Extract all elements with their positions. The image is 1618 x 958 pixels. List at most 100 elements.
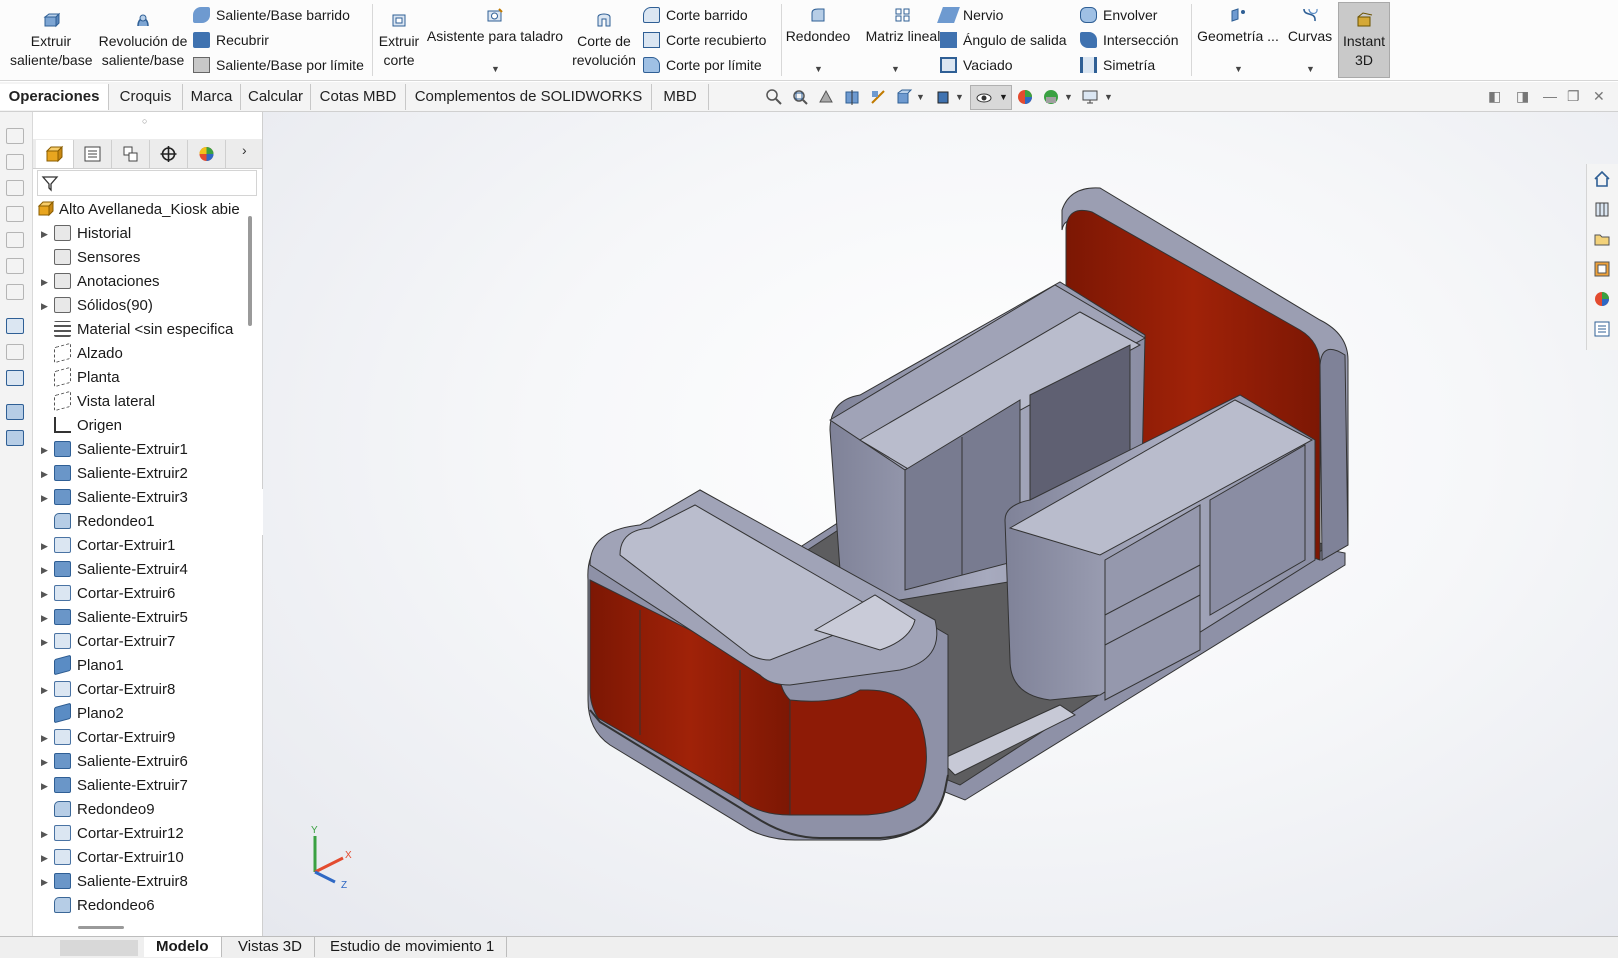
custom-properties-icon[interactable] xyxy=(1593,320,1611,338)
apply-scene-dropdown[interactable]: ▼ xyxy=(1064,92,1073,102)
sketch-tool-icon[interactable] xyxy=(6,154,24,170)
tree-node[interactable]: Redondeo9 xyxy=(54,798,155,822)
tab-marca[interactable]: Marca xyxy=(183,84,241,110)
panel-grip[interactable]: ○ xyxy=(142,116,147,126)
expand-triangle-icon[interactable]: ▶ xyxy=(41,438,48,462)
edit-appearance-icon[interactable] xyxy=(1016,88,1034,106)
tree-node[interactable]: ▶ Saliente-Extruir6 xyxy=(41,750,188,774)
view-orientation-dropdown[interactable]: ▼ xyxy=(916,92,925,102)
tree-node[interactable]: ▶ Cortar-Extruir9 xyxy=(41,726,175,750)
tab-vistas-3d[interactable]: Vistas 3D xyxy=(226,937,315,957)
expand-triangle-icon[interactable]: ▶ xyxy=(41,486,48,510)
screen-capture-icon[interactable] xyxy=(6,370,24,386)
rib-button[interactable]: Nervio xyxy=(937,4,1003,26)
boundary-cut-button[interactable]: Corte por límite xyxy=(643,54,762,76)
display-style-icon[interactable] xyxy=(934,88,952,106)
tree-node[interactable]: Redondeo6 xyxy=(54,894,155,918)
expand-triangle-icon[interactable]: ▶ xyxy=(41,558,48,582)
minimize-icon[interactable]: — xyxy=(1543,88,1557,104)
expand-triangle-icon[interactable]: ▶ xyxy=(41,222,48,246)
reference-geometry-dropdown[interactable]: ▼ xyxy=(1234,64,1243,74)
view-settings-icon[interactable] xyxy=(1081,88,1099,106)
fillet-dropdown[interactable]: ▼ xyxy=(814,64,823,74)
wrap-button[interactable]: Envolver xyxy=(1080,4,1157,26)
tree-horizontal-scrollbar[interactable] xyxy=(78,926,124,929)
expand-triangle-icon[interactable]: ▶ xyxy=(41,630,48,654)
tree-node[interactable]: ▶ Cortar-Extruir7 xyxy=(41,630,175,654)
tab-featuremanager[interactable] xyxy=(36,140,74,168)
tab-mbd[interactable]: MBD xyxy=(652,84,709,110)
expand-triangle-icon[interactable]: ▶ xyxy=(41,582,48,606)
select-tool-icon[interactable] xyxy=(6,318,24,334)
tab-scroll-arrows[interactable] xyxy=(60,940,138,956)
tree-node[interactable]: Redondeo1 xyxy=(54,510,155,534)
graphics-area[interactable]: Y X Z xyxy=(263,112,1618,936)
sketch-tool-icon[interactable] xyxy=(6,284,24,300)
window-tile-right-icon[interactable]: ◨ xyxy=(1516,88,1529,105)
hole-wizard-button[interactable]: Asistente para taladro xyxy=(426,7,564,46)
window-tile-left-icon[interactable]: ◧ xyxy=(1488,88,1501,105)
tree-node[interactable]: ▶ Cortar-Extruir10 xyxy=(41,846,184,870)
tree-node[interactable]: Vista lateral xyxy=(54,390,155,414)
tab-operaciones[interactable]: Operaciones xyxy=(0,84,109,110)
tree-root-part[interactable]: Alto Avellaneda_Kiosk abie xyxy=(37,198,240,222)
tree-node[interactable]: Plano1 xyxy=(54,654,124,678)
hide-show-items-button[interactable]: ▼ xyxy=(970,85,1012,110)
tree-node[interactable]: Sensores xyxy=(54,246,140,270)
tree-node[interactable]: ▶ Cortar-Extruir1 xyxy=(41,534,175,558)
kiosk-3d-model[interactable] xyxy=(263,112,1618,936)
tree-node[interactable]: ▶ Sólidos(90) xyxy=(41,294,153,318)
hole-wizard-dropdown[interactable]: ▼ xyxy=(491,64,500,74)
sketch-tool-icon[interactable] xyxy=(6,232,24,248)
tree-node[interactable]: ▶ Saliente-Extruir1 xyxy=(41,438,188,462)
tree-node[interactable]: ▶ Saliente-Extruir5 xyxy=(41,606,188,630)
tree-node[interactable]: ▶ Saliente-Extruir2 xyxy=(41,462,188,486)
tree-node[interactable]: Origen xyxy=(54,414,122,438)
expand-triangle-icon[interactable]: ▶ xyxy=(41,270,48,294)
tree-node[interactable]: Planta xyxy=(54,366,120,390)
tree-node[interactable]: ▶ Cortar-Extruir6 xyxy=(41,582,175,606)
tree-node[interactable]: ▶ Anotaciones xyxy=(41,270,160,294)
revolve-boss-button[interactable]: Revolución de saliente/base xyxy=(98,12,188,70)
tree-node[interactable]: Material <sin especifica xyxy=(54,318,233,342)
dynamic-annotation-icon[interactable] xyxy=(869,88,887,106)
boundary-boss-button[interactable]: Saliente/Base por límite xyxy=(193,54,364,76)
expand-triangle-icon[interactable]: ▶ xyxy=(41,846,48,870)
revolve-cut-button[interactable]: Corte de revolución xyxy=(570,12,638,70)
close-icon[interactable]: ✕ xyxy=(1593,88,1605,105)
instant-2d-icon[interactable] xyxy=(6,404,24,420)
shell-button[interactable]: Vaciado xyxy=(940,54,1013,76)
draft-button[interactable]: Ángulo de salida xyxy=(940,29,1067,51)
tab-croquis[interactable]: Croquis xyxy=(109,84,183,110)
expand-triangle-icon[interactable]: ▶ xyxy=(41,462,48,486)
expand-triangle-icon[interactable]: ▶ xyxy=(41,534,48,558)
file-explorer-icon[interactable] xyxy=(1593,230,1611,248)
tab-configurationmanager[interactable] xyxy=(112,140,150,168)
expand-triangle-icon[interactable]: ▶ xyxy=(41,870,48,894)
tree-filter-box[interactable] xyxy=(37,170,257,196)
tab-propertymanager[interactable] xyxy=(74,140,112,168)
tree-scrollbar[interactable] xyxy=(248,216,252,326)
swept-boss-button[interactable]: Saliente/Base barrido xyxy=(193,4,350,26)
expand-triangle-icon[interactable]: ▶ xyxy=(41,774,48,798)
instant-3d-button[interactable]: Instant 3D xyxy=(1338,2,1390,78)
apply-scene-icon[interactable] xyxy=(1042,88,1060,106)
tree-node[interactable]: Plano2 xyxy=(54,702,124,726)
fillet-button[interactable]: Redondeo xyxy=(784,7,852,46)
zoom-to-fit-icon[interactable] xyxy=(765,88,783,106)
display-style-dropdown[interactable]: ▼ xyxy=(955,92,964,102)
design-library-icon[interactable] xyxy=(1593,200,1611,218)
tree-node[interactable]: Alzado xyxy=(54,342,123,366)
expand-triangle-icon[interactable]: ▶ xyxy=(41,294,48,318)
more-tabs-chevron-icon[interactable]: › xyxy=(242,142,247,158)
front-counter-red-curve[interactable] xyxy=(789,689,927,816)
expand-triangle-icon[interactable]: ▶ xyxy=(41,678,48,702)
extrude-cut-button[interactable]: Extruir corte xyxy=(374,12,424,70)
lofted-cut-button[interactable]: Corte recubierto xyxy=(643,29,766,51)
view-settings-dropdown[interactable]: ▼ xyxy=(1104,92,1113,102)
tab-cotas-mbd[interactable]: Cotas MBD xyxy=(311,84,406,110)
view-orientation-icon[interactable] xyxy=(895,88,913,106)
sketch-tool-icon[interactable] xyxy=(6,206,24,222)
tab-estudio-movimiento[interactable]: Estudio de movimiento 1 xyxy=(318,937,508,957)
sketch-tool-icon[interactable] xyxy=(6,344,24,360)
